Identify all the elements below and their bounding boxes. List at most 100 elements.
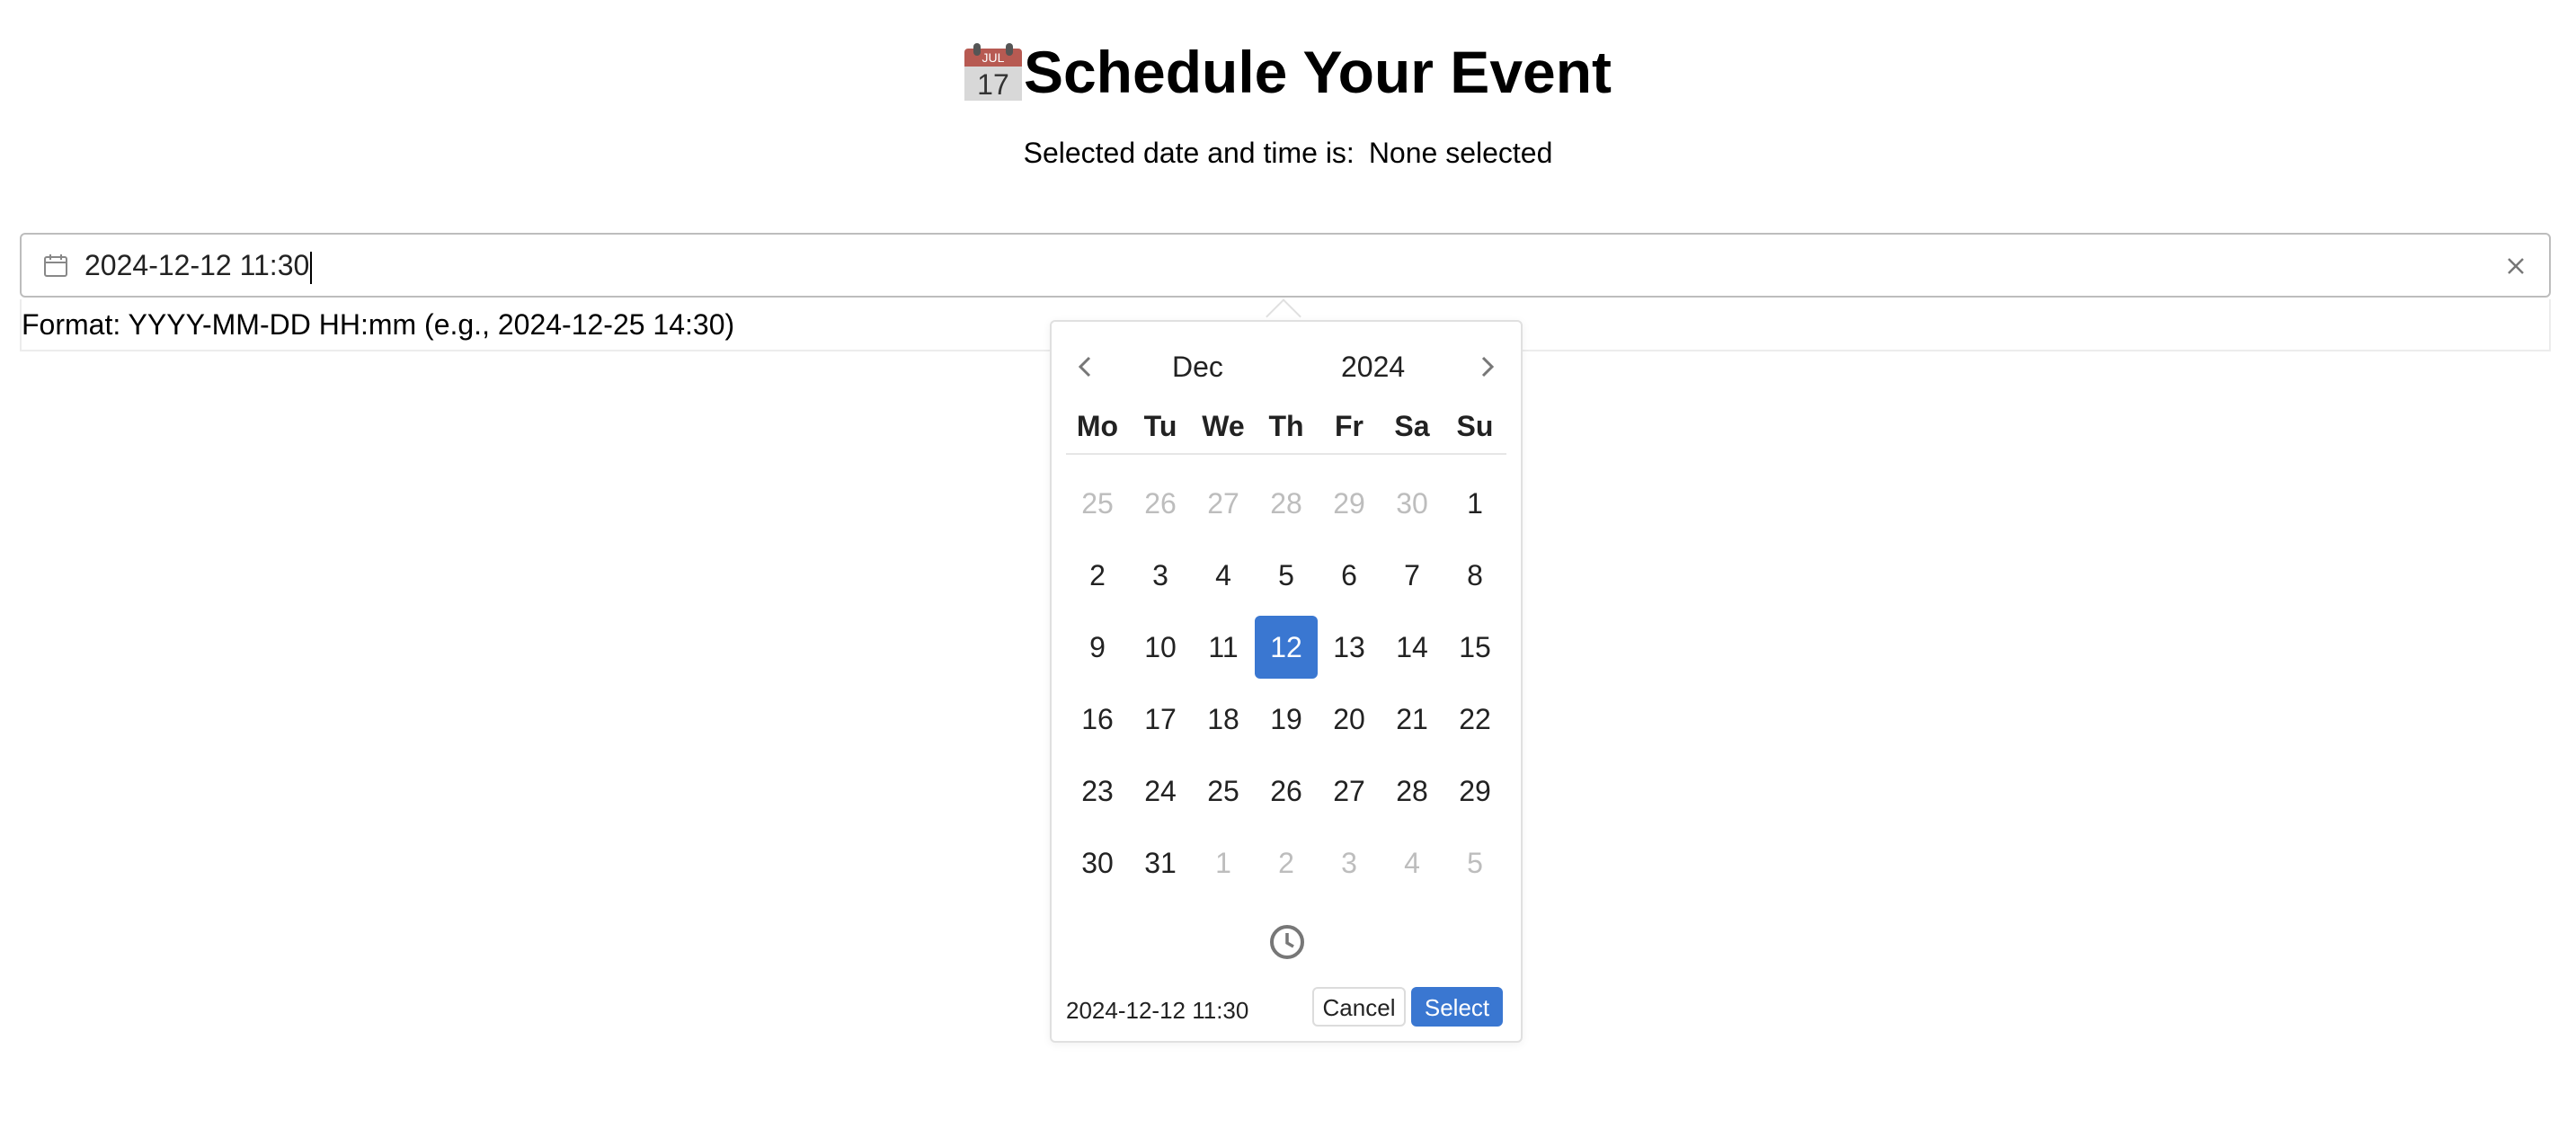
day-cell[interactable]: 19 — [1255, 683, 1318, 755]
cancel-button[interactable]: Cancel — [1312, 987, 1406, 1027]
day-cell[interactable]: 30 — [1066, 827, 1129, 899]
day-cell[interactable]: 23 — [1066, 755, 1129, 827]
month-select[interactable]: Dec — [1172, 349, 1223, 385]
day-cell[interactable]: 22 — [1443, 683, 1506, 755]
day-number: 26 — [1144, 487, 1177, 520]
select-button[interactable]: Select — [1411, 987, 1503, 1027]
day-number: 29 — [1333, 487, 1365, 520]
day-number: 8 — [1467, 559, 1483, 591]
week-row: 2 3 4 5 6 7 8 — [1066, 539, 1506, 611]
day-number: 13 — [1333, 631, 1365, 663]
calendar-emoji-day: 17 — [977, 68, 1009, 101]
page-title-text: Schedule Your Event — [1023, 39, 1612, 105]
day-number: 17 — [1144, 703, 1177, 735]
day-cell[interactable]: 27 — [1318, 755, 1381, 827]
day-number: 30 — [1396, 487, 1428, 520]
clear-icon[interactable] — [2504, 254, 2527, 278]
day-cell[interactable]: 29 — [1443, 755, 1506, 827]
day-number: 29 — [1459, 775, 1491, 807]
day-number: 4 — [1215, 559, 1231, 591]
day-number: 26 — [1270, 775, 1302, 807]
day-cell[interactable]: 24 — [1129, 755, 1192, 827]
day-number: 16 — [1081, 703, 1114, 735]
day-cell[interactable]: 11 — [1192, 611, 1255, 683]
day-cell[interactable]: 6 — [1318, 539, 1381, 611]
selected-label: Selected date and time is: — [1023, 137, 1355, 169]
day-number: 2 — [1278, 847, 1294, 879]
day-number: 23 — [1081, 775, 1114, 807]
week-row: 9 10 11 12 13 14 15 — [1066, 611, 1506, 683]
day-cell[interactable]: 8 — [1443, 539, 1506, 611]
calendar-icon — [44, 254, 67, 277]
day-cell[interactable]: 28 — [1255, 467, 1318, 539]
day-cell[interactable]: 26 — [1255, 755, 1318, 827]
day-cell[interactable]: 25 — [1066, 467, 1129, 539]
weekday-label: Th — [1268, 410, 1304, 442]
day-number: 10 — [1144, 631, 1177, 663]
day-cell[interactable]: 20 — [1318, 683, 1381, 755]
day-cell[interactable]: 2 — [1066, 539, 1129, 611]
day-number: 11 — [1208, 631, 1239, 663]
day-number: 3 — [1152, 559, 1168, 591]
day-cell[interactable]: 17 — [1129, 683, 1192, 755]
day-cell[interactable]: 26 — [1129, 467, 1192, 539]
weekday-label: Mo — [1076, 410, 1119, 442]
day-cell[interactable]: 4 — [1192, 539, 1255, 611]
day-cell[interactable]: 31 — [1129, 827, 1192, 899]
next-month-chevron-icon[interactable] — [1470, 351, 1503, 383]
day-number: 2 — [1089, 559, 1106, 591]
day-number: 22 — [1459, 703, 1491, 735]
day-cell[interactable]: 3 — [1318, 827, 1381, 899]
day-cell[interactable]: 14 — [1381, 611, 1443, 683]
day-cell-selected[interactable]: 12 — [1255, 611, 1318, 683]
day-cell[interactable]: 10 — [1129, 611, 1192, 683]
day-cell[interactable]: 28 — [1381, 755, 1443, 827]
day-number: 31 — [1144, 847, 1177, 879]
day-number: 12 — [1255, 616, 1318, 679]
day-cell[interactable]: 30 — [1381, 467, 1443, 539]
day-cell[interactable]: 9 — [1066, 611, 1129, 683]
day-number: 9 — [1089, 631, 1106, 663]
day-cell[interactable]: 21 — [1381, 683, 1443, 755]
selected-status: Selected date and time is: None selected — [0, 135, 2576, 171]
day-number: 30 — [1081, 847, 1114, 879]
day-cell[interactable]: 4 — [1381, 827, 1443, 899]
day-cell[interactable]: 3 — [1129, 539, 1192, 611]
day-cell[interactable]: 29 — [1318, 467, 1381, 539]
day-cell[interactable]: 18 — [1192, 683, 1255, 755]
day-number: 21 — [1396, 703, 1428, 735]
day-cell[interactable]: 1 — [1192, 827, 1255, 899]
weekday-label: Su — [1456, 410, 1494, 442]
clock-icon[interactable] — [1267, 922, 1307, 962]
day-cell[interactable]: 2 — [1255, 827, 1318, 899]
header: JUL 17 Schedule Your Event — [0, 36, 2576, 108]
datetime-input-value[interactable]: 2024-12-12 11:30 — [84, 249, 309, 281]
weekday-label: We — [1202, 410, 1245, 442]
day-number: 19 — [1270, 703, 1302, 735]
day-cell[interactable]: 5 — [1443, 827, 1506, 899]
day-number: 1 — [1215, 847, 1231, 879]
datetime-input[interactable]: 2024-12-12 11:30 — [20, 233, 2551, 298]
picker-footer-value: 2024-12-12 11:30 — [1066, 997, 1249, 1024]
day-number: 5 — [1467, 847, 1483, 879]
day-cell[interactable]: 27 — [1192, 467, 1255, 539]
weekday-label: Fr — [1335, 410, 1364, 442]
weekday-label: Sa — [1394, 410, 1430, 442]
year-select[interactable]: 2024 — [1341, 349, 1405, 385]
day-cell[interactable]: 5 — [1255, 539, 1318, 611]
day-number: 27 — [1207, 487, 1239, 520]
day-number: 3 — [1341, 847, 1357, 879]
weekday-label: Tu — [1143, 410, 1177, 442]
day-cell[interactable]: 7 — [1381, 539, 1443, 611]
selected-value: None selected — [1368, 137, 1553, 169]
text-caret — [310, 251, 313, 284]
date-picker-popup: Dec 2024 Mo Tu We Th Fr Sa Su 25 26 27 28 29… — [1050, 320, 1523, 1043]
day-cell[interactable]: 15 — [1443, 611, 1506, 683]
day-cell[interactable]: 25 — [1192, 755, 1255, 827]
day-cell[interactable]: 1 — [1443, 467, 1506, 539]
day-number: 28 — [1270, 487, 1302, 520]
day-cell[interactable]: 13 — [1318, 611, 1381, 683]
day-cell[interactable]: 16 — [1066, 683, 1129, 755]
day-number: 27 — [1333, 775, 1365, 807]
prev-month-chevron-icon[interactable] — [1070, 351, 1102, 383]
